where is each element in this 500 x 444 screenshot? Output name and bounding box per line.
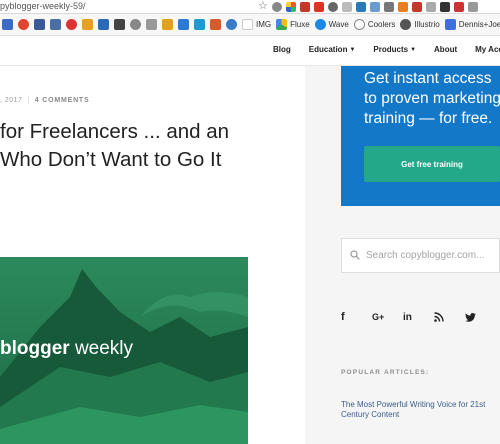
nav-blog[interactable]: Blog bbox=[273, 45, 291, 54]
article-title: for Freelancers ... and an Who Don’t Wan… bbox=[0, 118, 300, 174]
twitter-glyph bbox=[465, 312, 476, 322]
extension-icon[interactable] bbox=[300, 2, 310, 12]
article-meta: , 2017 | 4 COMMENTS bbox=[0, 97, 89, 104]
title-line: for Freelancers ... and an bbox=[0, 120, 230, 143]
twitter-icon[interactable] bbox=[465, 310, 496, 324]
bookmark-wave[interactable]: Wave bbox=[314, 19, 349, 30]
nav-education[interactable]: Education ▼ bbox=[309, 45, 356, 54]
search-box bbox=[341, 238, 500, 273]
extension-icon[interactable] bbox=[328, 2, 338, 12]
caret-down-icon: ▼ bbox=[349, 46, 356, 53]
linkedin-icon[interactable]: in bbox=[403, 310, 434, 324]
bookmark-icon[interactable] bbox=[178, 19, 189, 30]
bookmark-star-icon[interactable]: ☆ bbox=[258, 0, 268, 12]
bookmark-fluxe[interactable]: Fluxe bbox=[276, 19, 310, 30]
bookmark-icon[interactable] bbox=[226, 19, 237, 30]
extension-icon[interactable] bbox=[314, 2, 324, 12]
bookmark-icon[interactable] bbox=[98, 19, 109, 30]
search-input[interactable] bbox=[366, 240, 500, 271]
extension-icon[interactable] bbox=[454, 2, 464, 12]
extension-icon[interactable] bbox=[412, 2, 422, 12]
hero-logo-text: blogger weekly bbox=[0, 338, 134, 359]
bookmark-icon[interactable] bbox=[130, 19, 141, 30]
post-date: , 2017 bbox=[0, 97, 23, 104]
bookmark-icon[interactable] bbox=[114, 19, 125, 30]
google-plus-icon[interactable]: G+ bbox=[372, 310, 403, 324]
extension-icon[interactable] bbox=[468, 2, 478, 12]
url-text[interactable]: pyblogger-weekly-59/ bbox=[0, 1, 86, 11]
illustrio-icon bbox=[400, 19, 412, 30]
bookmark-img[interactable]: IMG bbox=[242, 19, 271, 30]
meta-divider: | bbox=[27, 97, 30, 104]
get-free-training-button[interactable]: Get free training bbox=[364, 146, 500, 182]
nav-products[interactable]: Products ▼ bbox=[373, 45, 416, 54]
extension-icon[interactable] bbox=[440, 2, 450, 12]
title-line: Who Don’t Want to Go It bbox=[0, 148, 222, 171]
social-links: f G+ in bbox=[341, 310, 496, 324]
site-header: Blog Education▼ Products▼ About My Acc bbox=[0, 36, 500, 66]
bookmark-coolers[interactable]: Coolers bbox=[353, 19, 395, 30]
rss-icon[interactable] bbox=[434, 310, 465, 324]
extensions-bar bbox=[272, 0, 478, 14]
bookmark-icon[interactable] bbox=[18, 19, 29, 30]
extension-icon[interactable] bbox=[370, 2, 380, 12]
extension-icon[interactable] bbox=[342, 2, 352, 12]
drive-icon bbox=[276, 19, 288, 30]
facebook-icon[interactable]: f bbox=[341, 310, 372, 324]
popular-article-link[interactable]: The Most Powerful Writing Voice for 21st… bbox=[341, 400, 500, 420]
caret-down-icon: ▼ bbox=[410, 46, 417, 53]
extension-icon[interactable] bbox=[426, 2, 436, 12]
bookmark-icon[interactable] bbox=[146, 19, 157, 30]
bookmark-icon[interactable] bbox=[2, 19, 13, 30]
bookmark-icon[interactable] bbox=[50, 19, 61, 30]
bookmark-icon[interactable] bbox=[82, 19, 93, 30]
extension-icon[interactable] bbox=[384, 2, 394, 12]
comments-link[interactable]: 4 COMMENTS bbox=[35, 97, 90, 104]
bookmark-icon[interactable] bbox=[210, 19, 221, 30]
bookmark-icon[interactable] bbox=[66, 19, 77, 30]
wave-icon bbox=[314, 19, 326, 30]
bookmark-icon[interactable] bbox=[34, 19, 45, 30]
extension-icon[interactable] bbox=[286, 2, 296, 12]
hero-image: blogger weekly bbox=[0, 257, 248, 444]
google-icon bbox=[242, 19, 253, 30]
bookmark-icon[interactable] bbox=[162, 19, 173, 30]
rss-glyph bbox=[434, 312, 444, 322]
extension-icon[interactable] bbox=[356, 2, 366, 12]
doc-icon bbox=[444, 19, 456, 30]
promo-box: Get instant access to proven marketing t… bbox=[341, 66, 500, 206]
bookmarks-bar: IMG Fluxe Wave Coolers Illustrio Dennis+… bbox=[0, 14, 500, 36]
popular-articles-heading: POPULAR ARTICLES: bbox=[341, 369, 430, 376]
extension-icon[interactable] bbox=[398, 2, 408, 12]
search-icon bbox=[350, 250, 360, 260]
bookmark-dennis-joel[interactable]: Dennis+Joel bbox=[444, 19, 500, 30]
main-nav: Blog Education▼ Products▼ About My Acc bbox=[273, 45, 500, 54]
nav-my-account[interactable]: My Acc bbox=[475, 45, 500, 54]
extension-icon[interactable] bbox=[272, 2, 282, 12]
smiley-icon bbox=[353, 19, 365, 30]
promo-text: Get instant access to proven marketing t… bbox=[364, 70, 500, 127]
bookmark-icon[interactable] bbox=[194, 19, 205, 30]
address-bar[interactable]: pyblogger-weekly-59/ ☆ bbox=[0, 0, 500, 14]
bookmark-illustrio[interactable]: Illustrio bbox=[400, 19, 440, 30]
nav-about[interactable]: About bbox=[434, 45, 457, 54]
